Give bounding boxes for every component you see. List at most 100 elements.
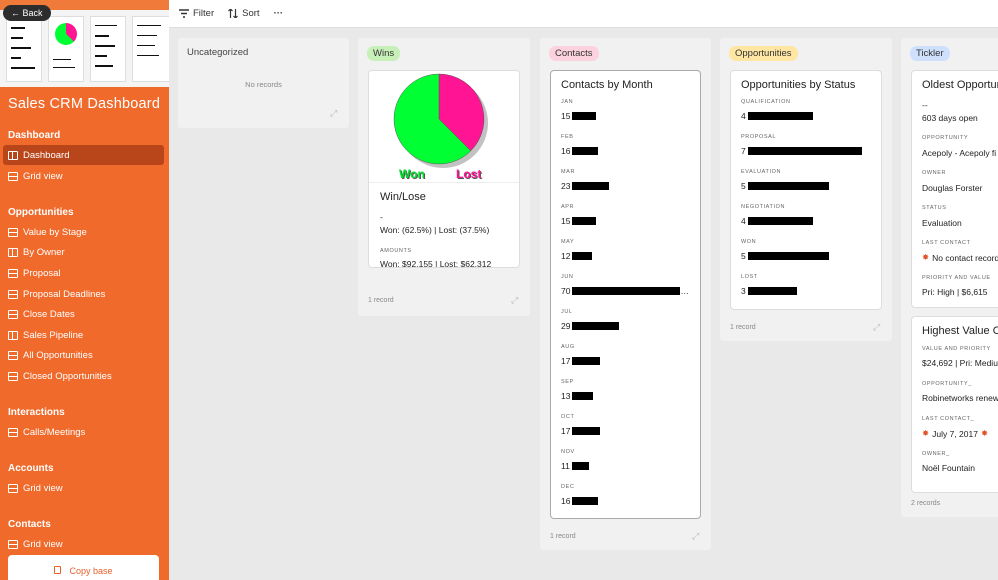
section-accounts: Accounts	[8, 463, 54, 474]
record-card-win-lose[interactable]: Won Lost Win/Lose - Won: (62.5%) | Lost:…	[368, 70, 520, 268]
nav-dashboard[interactable]: Dashboard	[3, 145, 164, 165]
nav-by-owner[interactable]: By Owner	[3, 242, 164, 262]
count-bar	[747, 287, 797, 295]
month-count: 23	[561, 181, 571, 191]
copy-base-label: Copy base	[69, 566, 113, 576]
month-label: DEC	[561, 484, 575, 490]
nav-label: All Opportunities	[23, 349, 93, 361]
grid-icon	[8, 539, 18, 549]
nav-label: Grid view	[23, 538, 63, 550]
record-card-contacts-by-month[interactable]: Contacts by Month JAN 15 FEB 16 MAR 23 APR 15 MA…	[550, 70, 701, 519]
field-label: VALUE AND PRIORITY	[922, 346, 991, 352]
month-label: JUL	[561, 309, 573, 315]
grid-icon	[8, 171, 18, 181]
nav-label: By Owner	[23, 246, 65, 258]
grid-icon	[8, 227, 18, 237]
win-amounts: Won: $92,155 | Lost: $62,312	[380, 259, 492, 268]
grid-icon	[8, 483, 18, 493]
nav-closed-opportunities[interactable]: Closed Opportunities	[3, 366, 164, 386]
column-title: Opportunities	[729, 46, 798, 61]
opportunity-value: Acepoly - Acepoly fi	[922, 148, 997, 158]
back-button[interactable]: ← Back	[3, 5, 51, 21]
count-bar	[572, 392, 594, 400]
column-uncategorized: Uncategorized No records ⤢	[178, 38, 349, 128]
sort-button[interactable]: Sort	[228, 8, 260, 19]
kanban-icon	[8, 150, 18, 160]
nav-label: Proposal	[23, 267, 61, 279]
expand-icon[interactable]: ⤢	[511, 295, 518, 306]
back-label: Back	[22, 8, 43, 18]
count-bar	[747, 182, 830, 190]
last-contact-value: ✸ July 7, 2017 ✸	[922, 428, 988, 439]
month-count: 16	[561, 496, 571, 506]
month-value-row: 11	[561, 461, 693, 471]
record-card-oldest-opportunity[interactable]: Oldest Opportunity -- 603 days open OPPO…	[911, 70, 998, 308]
stage-label: PROPOSAL	[741, 134, 777, 140]
nav-all-opportunities[interactable]: All Opportunities	[3, 345, 164, 365]
field-label: LAST CONTACT_	[922, 416, 975, 422]
card-title: Win/Lose	[380, 191, 426, 203]
win-lose-pie-chart	[393, 73, 488, 168]
month-value-row: 15	[561, 216, 693, 226]
month-count: 70	[561, 286, 571, 296]
month-label: NOV	[561, 449, 575, 455]
win-ratio: Won: (62.5%) | Lost: (37.5%)	[380, 225, 490, 235]
count-bar	[572, 427, 600, 435]
record-card-highest-value[interactable]: Highest Value Opportunity VALUE AND PRIO…	[911, 316, 998, 493]
nav-proposal[interactable]: Proposal	[3, 263, 164, 283]
nav-sales-pipeline[interactable]: Sales Pipeline	[3, 325, 164, 345]
section-contacts: Contacts	[8, 519, 51, 530]
section-dashboard: Dashboard	[8, 130, 61, 141]
status-value: Evaluation	[922, 218, 962, 228]
stage-count: 3	[741, 286, 746, 296]
calendar-icon	[8, 289, 18, 299]
app-title: Sales CRM Dashboard	[8, 96, 161, 112]
expand-icon[interactable]: ⤢	[330, 108, 337, 119]
nav-proposal-deadlines[interactable]: Proposal Deadlines	[3, 284, 164, 304]
last-contact-text: July 7, 2017	[932, 428, 978, 439]
filter-button[interactable]: Filter	[179, 8, 214, 19]
expand-icon[interactable]: ⤢	[873, 322, 880, 333]
column-opportunities: Opportunities Opportunities by Status QU…	[720, 38, 892, 341]
count-bar	[747, 217, 813, 225]
overflow-ellipsis: …	[680, 286, 689, 296]
month-count: 17	[561, 356, 571, 366]
burst-icon: ✸	[922, 252, 930, 262]
nav-dashboard-grid-view[interactable]: Grid view	[3, 166, 164, 186]
column-title: Tickler	[910, 46, 950, 61]
nav-calls-meetings[interactable]: Calls/Meetings	[3, 422, 164, 442]
more-options-button[interactable]: ···	[274, 8, 284, 19]
calendar-icon	[8, 309, 18, 319]
nav-label: Close Dates	[23, 308, 75, 320]
stage-value-row: 4	[741, 111, 813, 121]
month-value-row: 16	[561, 496, 693, 506]
copy-base-button[interactable]: Copy base	[8, 555, 159, 580]
stage-count: 5	[741, 181, 746, 191]
count-bar	[572, 182, 610, 190]
card-title: Oldest Opportunity	[922, 79, 998, 91]
month-label: MAY	[561, 239, 575, 245]
month-value-row: 17	[561, 356, 693, 366]
won-label: Won	[399, 167, 425, 181]
field-label: OPPORTUNITY	[922, 135, 969, 141]
grid-icon	[8, 427, 18, 437]
record-card-opportunities-by-status[interactable]: Opportunities by Status QUALIFICATION 4 PR…	[730, 70, 882, 310]
sidebar: ← Back Sales CRM Dashboard Dashboard Das…	[0, 0, 169, 580]
card-title: Highest Value Opportunity	[922, 325, 998, 337]
more-icon: ···	[273, 8, 284, 19]
month-count: 29	[561, 321, 571, 331]
nav-close-dates[interactable]: Close Dates	[3, 304, 164, 324]
owner-value: Noël Fountain	[922, 463, 975, 473]
nav-contacts-grid-view[interactable]: Grid view	[3, 534, 164, 554]
stage-label: LOST	[741, 274, 758, 280]
nav-value-by-stage[interactable]: Value by Stage	[3, 222, 164, 242]
column-title: Uncategorized	[187, 47, 249, 58]
section-opportunities: Opportunities	[8, 207, 74, 218]
nav-accounts-grid-view[interactable]: Grid view	[3, 478, 164, 498]
field-label: OWNER_	[922, 451, 950, 457]
nav-label: Sales Pipeline	[23, 329, 84, 341]
month-count: 16	[561, 146, 571, 156]
expand-icon[interactable]: ⤢	[692, 531, 699, 542]
column-title: Contacts	[549, 46, 599, 61]
card-title: Contacts by Month	[561, 79, 653, 91]
